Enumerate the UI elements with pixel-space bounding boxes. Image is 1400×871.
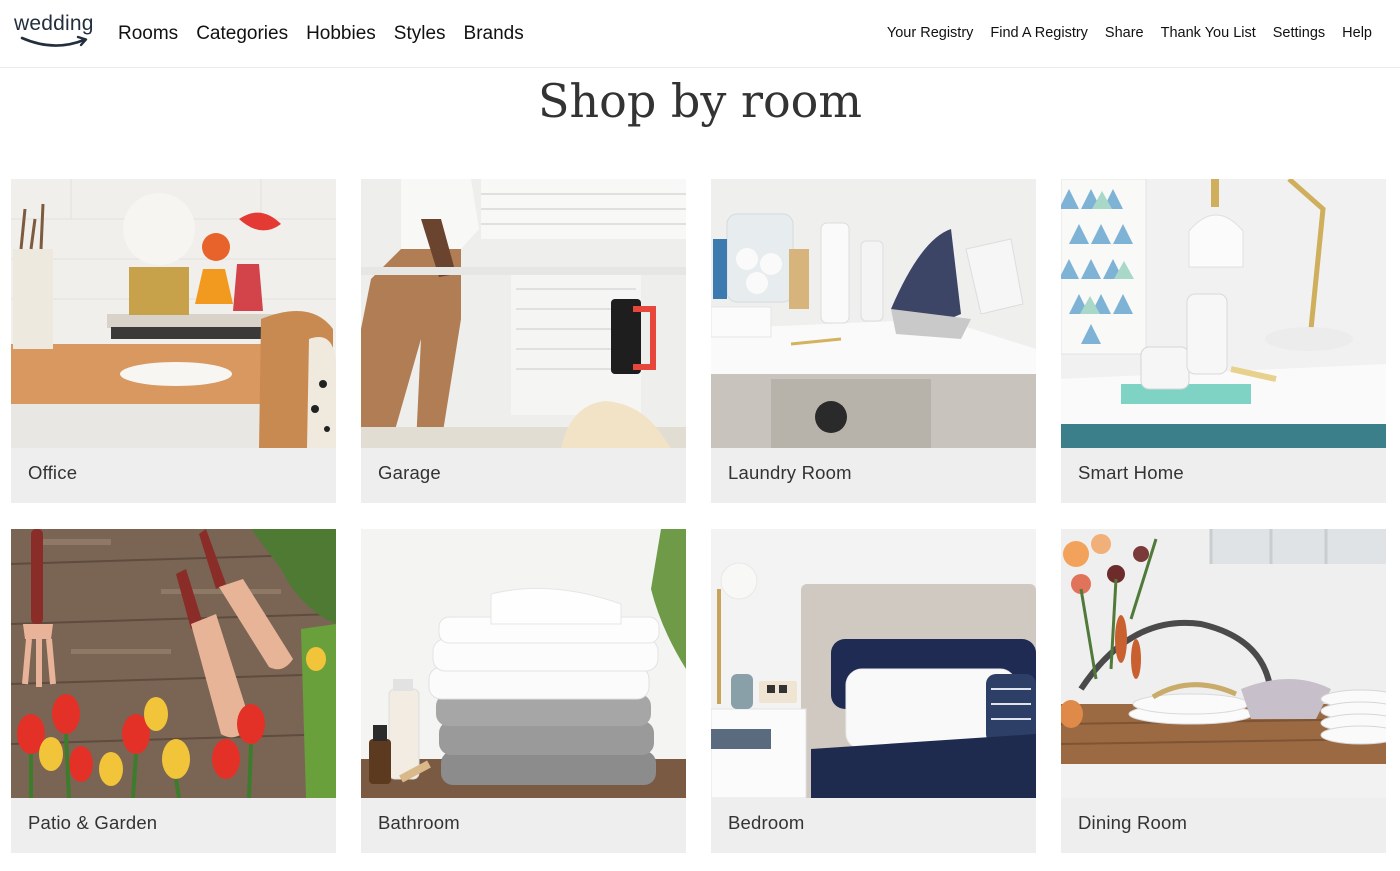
laundry-room-image — [711, 179, 1036, 448]
nav-settings[interactable]: Settings — [1273, 22, 1325, 44]
room-card-bedroom[interactable]: Bedroom — [711, 529, 1036, 853]
nav-categories[interactable]: Categories — [196, 20, 288, 48]
bedroom-image — [711, 529, 1036, 798]
room-label: Bathroom — [378, 812, 460, 833]
nav-thank-you-list[interactable]: Thank You List — [1161, 22, 1256, 44]
smart-home-image — [1061, 179, 1386, 448]
logo-text: wedding — [14, 12, 94, 35]
nav-hobbies[interactable]: Hobbies — [306, 20, 376, 48]
garage-image — [361, 179, 686, 448]
room-label: Laundry Room — [728, 462, 852, 483]
dining-room-image — [1061, 529, 1386, 798]
room-card-garage[interactable]: Garage — [361, 179, 686, 503]
nav-styles[interactable]: Styles — [394, 20, 446, 48]
patio-garden-image — [11, 529, 336, 798]
room-card-bathroom[interactable]: Bathroom — [361, 529, 686, 853]
nav-your-registry[interactable]: Your Registry — [887, 22, 974, 44]
page-title: Shop by room — [538, 74, 862, 128]
room-label: Dining Room — [1078, 812, 1188, 833]
room-label: Patio & Garden — [28, 812, 158, 833]
room-card-smart-home[interactable]: Smart Home — [1061, 179, 1386, 503]
nav-brands[interactable]: Brands — [464, 20, 524, 48]
top-navigation-bar: wedding Rooms Categories Hobbies Styles … — [0, 0, 1400, 68]
nav-help[interactable]: Help — [1342, 22, 1372, 44]
primary-nav: Rooms Categories Hobbies Styles Brands — [118, 20, 524, 48]
nav-find-a-registry[interactable]: Find A Registry — [990, 22, 1088, 44]
room-label: Garage — [378, 462, 441, 483]
office-image — [11, 179, 336, 448]
smile-arrow-icon — [20, 35, 88, 47]
nav-share[interactable]: Share — [1105, 22, 1144, 44]
room-card-laundry-room[interactable]: Laundry Room — [711, 179, 1036, 503]
account-nav: Your Registry Find A Registry Share Than… — [887, 22, 1372, 44]
room-card-dining-room[interactable]: Dining Room — [1061, 529, 1386, 853]
nav-rooms[interactable]: Rooms — [118, 20, 178, 48]
room-label: Office — [28, 462, 78, 483]
room-card-office[interactable]: Office — [11, 179, 336, 503]
bathroom-image — [361, 529, 686, 798]
room-label: Smart Home — [1078, 462, 1184, 483]
amazon-wedding-logo[interactable]: wedding — [14, 12, 98, 56]
room-card-patio-garden[interactable]: Patio & Garden — [11, 529, 336, 853]
room-label: Bedroom — [728, 812, 805, 833]
